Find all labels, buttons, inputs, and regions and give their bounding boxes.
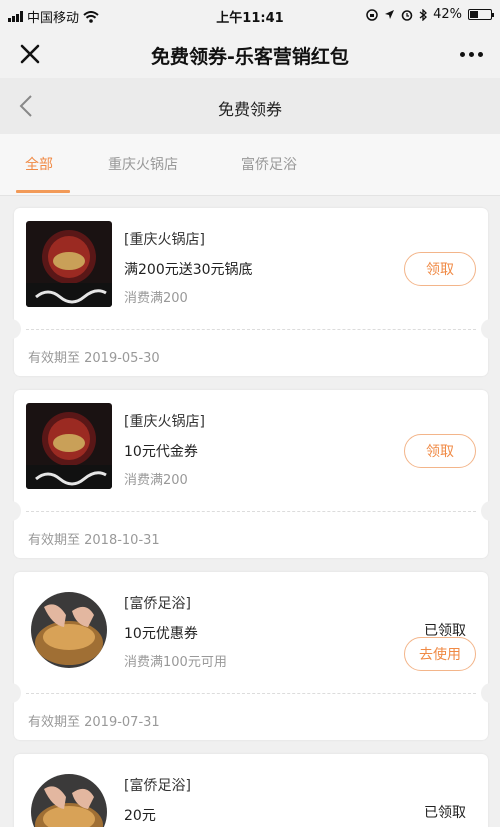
- coupon-desc: 满200元送30元锅底: [124, 262, 253, 278]
- coupon-condition: 消费满200: [124, 291, 188, 306]
- coupon-desc: 20元: [124, 808, 156, 824]
- dashed-divider: [26, 511, 476, 512]
- claim-button[interactable]: 领取: [404, 252, 476, 286]
- title-bar: 免费领券-乐客营销红包: [0, 30, 500, 78]
- nav-title: 免费领券: [217, 100, 282, 119]
- footbath-thumbnail: [26, 585, 112, 671]
- coupon-validity: 有效期至 2018-10-31: [28, 533, 160, 548]
- tab-bar: 全部 重庆火锅店 富侨足浴: [0, 134, 500, 196]
- status-bar: 中国移动 上午11:41 42%: [0, 0, 500, 30]
- coupon-validity: 有效期至 2019-05-30: [28, 351, 160, 366]
- location-icon: [385, 10, 395, 19]
- coupon-card: [富侨足浴] 10元优惠券 消费满100元可用 已领取 去使用 有效期至 201…: [7, 572, 495, 740]
- coupon-card: [重庆火锅店] 10元代金券 消费满200 领取 有效期至 2018-10-31: [7, 390, 495, 558]
- coupon-shop: [重庆火锅店]: [124, 414, 205, 430]
- tab-hotpot[interactable]: 重庆火锅店: [108, 154, 178, 174]
- dashed-divider: [26, 693, 476, 694]
- coupon-card: [重庆火锅店] 满200元送30元锅底 消费满200 领取 有效期至 2019-…: [7, 208, 495, 376]
- claim-button[interactable]: 领取: [404, 434, 476, 468]
- coupon-desc: 10元代金券: [124, 444, 198, 460]
- coupon-card: [富侨足浴] 20元 已领取: [14, 754, 488, 827]
- claimed-status: 已领取: [424, 805, 466, 821]
- footbath-thumbnail: [26, 767, 112, 827]
- lock-rotation-icon: [366, 8, 378, 21]
- hotpot-thumbnail: [26, 221, 112, 307]
- coupon-condition: 消费满100元可用: [124, 655, 227, 670]
- coupon-desc: 10元优惠券: [124, 626, 198, 642]
- coupon-condition: 消费满200: [124, 473, 188, 488]
- battery-icon: [468, 9, 494, 20]
- battery-percent: 42%: [433, 7, 462, 22]
- coupon-shop: [重庆火锅店]: [124, 232, 205, 248]
- tab-footbath[interactable]: 富侨足浴: [241, 154, 297, 174]
- hotpot-thumbnail: [26, 403, 112, 489]
- alarm-icon: [401, 9, 413, 21]
- more-icon[interactable]: [456, 40, 486, 68]
- active-tab-indicator: [16, 190, 70, 193]
- coupon-validity: 有效期至 2019-07-31: [28, 715, 160, 730]
- bluetooth-icon: [419, 8, 428, 21]
- dashed-divider: [26, 329, 476, 330]
- nav-bar: 免费领券: [0, 78, 500, 134]
- coupon-shop: [富侨足浴]: [124, 596, 191, 612]
- use-button[interactable]: 去使用: [404, 637, 476, 671]
- coupon-shop: [富侨足浴]: [124, 778, 191, 794]
- page-title: 免费领券-乐客营销红包: [151, 46, 349, 68]
- tab-all[interactable]: 全部: [25, 154, 53, 174]
